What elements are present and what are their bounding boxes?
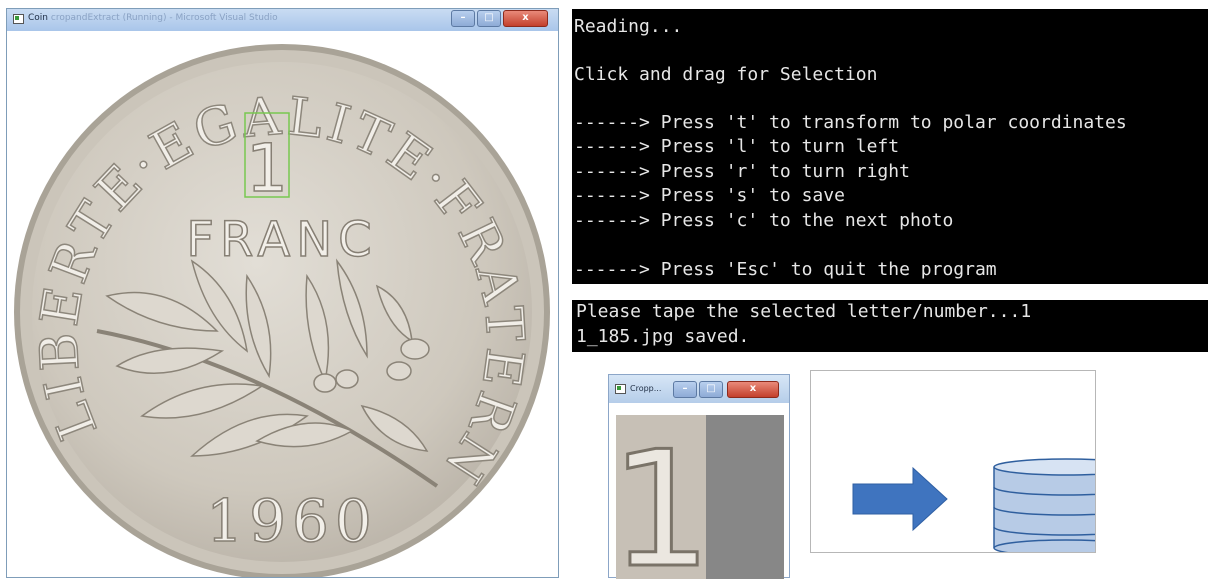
coin-year: 1960 [206,487,378,555]
console-line: ------> Press 'Esc' to quit the program [574,259,997,280]
cropped-image: 1 [616,415,784,579]
cropped-window-titlebar[interactable]: Cropp... – □ x [609,375,789,403]
maximize-button[interactable]: □ [699,381,723,398]
gray-panel [706,415,784,579]
close-button[interactable]: x [503,10,548,27]
coin-window-titlebar[interactable]: Coin cropandExtract (Running) - Microsof… [7,9,558,32]
cropped-window: Cropp... – □ x 1 [608,374,790,579]
storage-diagram [810,370,1139,557]
database-icon [993,458,1139,557]
app-icon [13,14,24,24]
console-line: ------> Press 'r' to turn right [574,161,910,182]
cropped-window-title: Cropp... [630,384,662,393]
coin-image-area[interactable]: LIBERTE·EGALITE·FRATERNITE 1 FRANC [7,31,558,577]
maximize-button[interactable]: □ [477,10,501,27]
console-output: Please tape the selected letter/number..… [572,300,1208,352]
coin-image: LIBERTE·EGALITE·FRATERNITE 1 FRANC [7,31,550,577]
right-arrow-icon [852,466,948,532]
minimize-button[interactable]: – [451,10,475,27]
coin-window: Coin cropandExtract (Running) - Microsof… [6,8,559,578]
console-output-line: 1_185.jpg saved. [576,326,750,347]
app-icon [615,384,626,394]
console-window: Reading... Click and drag for Selection … [572,9,1208,284]
coin-denomination: 1 [246,130,288,207]
console-line: ------> Press 'l' to turn left [574,136,900,157]
coin-window-title: Coin cropandExtract (Running) - Microsof… [28,13,278,23]
close-button[interactable]: x [727,381,779,398]
console-line: ------> Press 't' to transform to polar … [574,112,1127,133]
coin-unit: FRANC [186,212,377,268]
console-line: Reading... [574,16,683,37]
console-output-line: Please tape the selected letter/number..… [576,301,1032,322]
cropped-digit: 1 [616,416,712,579]
minimize-button[interactable]: – [673,381,697,398]
console-line: ------> Press 'c' to the next photo [574,210,954,231]
console-line: ------> Press 's' to save [574,185,845,206]
console-line: Click and drag for Selection [574,64,878,85]
